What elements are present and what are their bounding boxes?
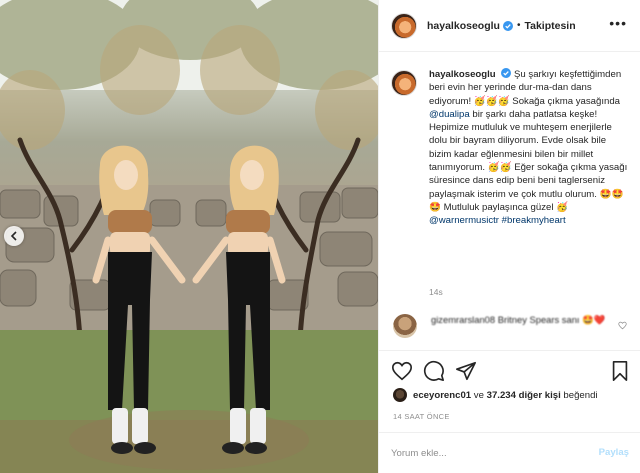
hashtag-breakmyheart[interactable]: #breakmyheart <box>502 215 566 226</box>
comment-body: Britney Spears sanı 🤩❤️ <box>497 314 606 325</box>
header-separator: • <box>516 20 521 31</box>
chevron-left-icon <box>10 231 17 241</box>
post-comment-button[interactable]: Paylaş <box>599 447 629 458</box>
post-header: hayalkoseoglu • Takiptesin ••• <box>379 0 640 52</box>
post-photo <box>0 0 378 473</box>
likes-connector: ve <box>471 389 487 401</box>
caption-timestamp: 14s <box>429 287 443 297</box>
mention-warnermusictr[interactable]: @warnermusictr <box>429 215 499 226</box>
author-username[interactable]: hayalkoseoglu <box>427 20 500 32</box>
likes-count-link[interactable]: 37.234 diğer kişi <box>487 390 561 401</box>
comment-input[interactable] <box>391 443 581 463</box>
post-caption: hayalkoseoglu Şu şarkıyı keşfettiğimden … <box>391 68 631 228</box>
follow-status-button[interactable]: Takiptesin <box>524 20 575 32</box>
verified-badge-icon <box>502 20 513 31</box>
mention-dualipa[interactable]: @dualipa <box>429 109 470 120</box>
author-avatar[interactable] <box>391 12 417 39</box>
comment-bubble-icon[interactable] <box>423 360 445 382</box>
more-options-icon[interactable]: ••• <box>609 16 627 30</box>
caption-text: hayalkoseoglu Şu şarkıyı keşfettiğimden … <box>429 68 631 228</box>
verified-badge-icon <box>501 68 512 78</box>
commenter-avatar[interactable] <box>393 314 417 338</box>
liker-avatar[interactable] <box>393 388 407 402</box>
likes-suffix: beğendi <box>560 389 598 401</box>
paper-plane-icon[interactable] <box>455 360 477 382</box>
comment-item: gizemrarslan08 Britney Spears sanı 🤩❤️ <box>391 313 631 338</box>
instagram-post: hayalkoseoglu • Takiptesin ••• hayalkose… <box>0 0 640 473</box>
first-liker-username[interactable]: eceyorenc01 <box>413 390 471 401</box>
bookmark-icon[interactable] <box>609 360 631 382</box>
caption-author-avatar[interactable] <box>391 70 417 96</box>
likes-summary: eceyorenc01 ve 37.234 diğer kişi beğendi <box>393 388 598 402</box>
caption-username[interactable]: hayalkoseoglu <box>429 69 496 80</box>
post-age[interactable]: 14 SAAT ÖNCE <box>393 412 450 421</box>
post-sidebar: hayalkoseoglu • Takiptesin ••• hayalkose… <box>378 0 640 473</box>
add-comment-bar: Paylaş <box>379 432 640 473</box>
action-bar <box>379 350 640 388</box>
heart-icon[interactable] <box>391 360 413 382</box>
comment-like-icon[interactable] <box>618 321 627 330</box>
commenter-username[interactable]: gizemrarslan08 <box>431 314 495 325</box>
comment-text: gizemrarslan08 Britney Spears sanı 🤩❤️ <box>431 313 631 326</box>
previous-media-button[interactable] <box>4 226 24 246</box>
post-media[interactable] <box>0 0 378 473</box>
caption-body-part-2: bir şarkı daha patlatsa keşke! Hepimize … <box>429 108 628 213</box>
